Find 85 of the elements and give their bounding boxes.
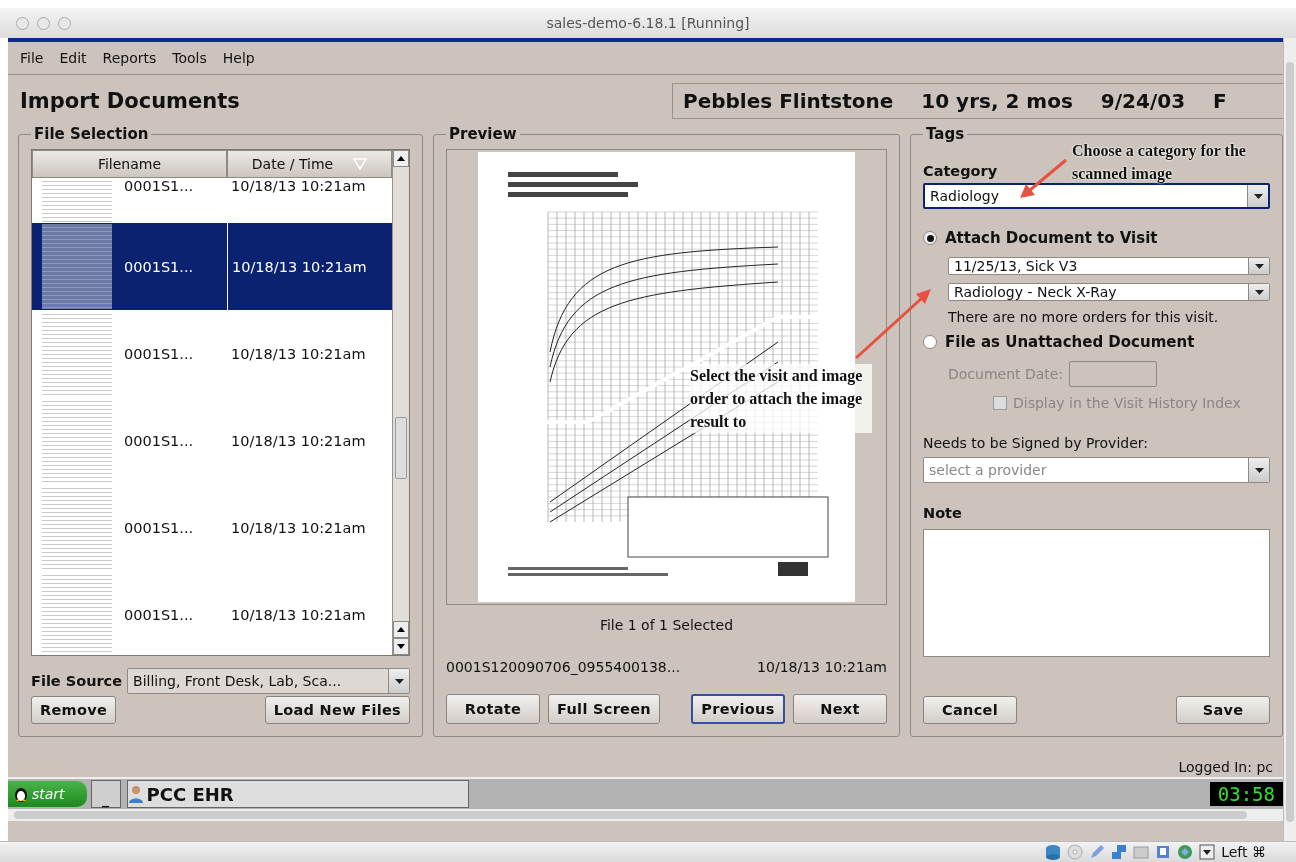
up-arrow-icon: [397, 156, 405, 161]
dropdown-button[interactable]: [1248, 258, 1269, 274]
file-source-dropdown[interactable]: Billing, Front Desk, Lab, Sca...: [127, 668, 410, 694]
menu-item[interactable]: Help: [222, 50, 255, 66]
panel-legend: Tags: [923, 125, 968, 143]
dropdown-arrow-icon: [1254, 289, 1264, 295]
file-row[interactable]: 0001S1... 10/18/13 10:21am: [32, 571, 392, 655]
note-label: Note: [923, 505, 963, 521]
taskbar-task[interactable]: PCC EHR: [126, 780, 469, 808]
category-dropdown[interactable]: Radiology: [923, 183, 1270, 209]
dropdown-button[interactable]: [1248, 284, 1269, 300]
panel-button[interactable]: Cancel: [923, 696, 1017, 724]
order-dropdown[interactable]: Radiology - Neck X-Ray: [948, 283, 1270, 301]
file-row[interactable]: 0001S1... 10/18/13 10:21am: [32, 310, 392, 397]
minimize-button[interactable]: _: [90, 780, 121, 808]
up-arrow-icon: [397, 627, 405, 632]
menu-item[interactable]: File: [20, 50, 44, 66]
patient-banner: Pebbles Flintstone 10 yrs, 2 mos 9/24/03 F: [672, 83, 1283, 119]
menu-item[interactable]: Tools: [172, 50, 207, 66]
vertical-scrollbar[interactable]: [1286, 62, 1294, 822]
column-header[interactable]: Date / Time: [227, 150, 392, 178]
scroll-up-button[interactable]: [393, 150, 409, 167]
category-label: Category: [923, 163, 998, 179]
visit-dropdown[interactable]: 11/25/13, Sick V3: [948, 257, 1270, 275]
dropdown-arrow-icon: [394, 678, 404, 684]
file-row[interactable]: 0001S1... 10/18/13 10:21am: [32, 484, 392, 571]
disc-icon: [1067, 844, 1084, 860]
preview-button[interactable]: Next: [793, 694, 887, 724]
window-title: sales-demo-6.18.1 [Running]: [546, 15, 750, 31]
penguin-icon: [14, 786, 28, 802]
disk-icon: [1045, 844, 1062, 860]
download-icon: [1199, 844, 1216, 860]
dropdown-button[interactable]: [1248, 458, 1269, 482]
logged-in-label: Logged In: pc: [1178, 759, 1273, 777]
dropdown-arrow-icon: [1254, 467, 1264, 473]
radio-button[interactable]: [923, 231, 937, 245]
panel-button[interactable]: Load New Files: [264, 696, 410, 724]
window-control-icon[interactable]: [58, 16, 71, 30]
preview-date: 10/18/13 10:21am: [757, 659, 887, 675]
down-arrow-icon: [397, 644, 405, 649]
horizontal-scrollbar[interactable]: [14, 811, 1247, 819]
document-date-label: Document Date:: [948, 366, 1064, 382]
note-field[interactable]: [923, 529, 1270, 657]
page-title: Import Documents: [20, 89, 240, 113]
preview-button[interactable]: Full Screen: [548, 694, 660, 724]
annotation-text: Select the visit and image order to attach the image result to: [690, 364, 872, 433]
file-row[interactable]: 0001S1... 10/18/13 10:21am: [32, 178, 392, 223]
column-header[interactable]: Filename: [32, 150, 227, 178]
dropdown-button[interactable]: [1247, 185, 1268, 207]
panel-legend: File Selection: [31, 125, 152, 143]
preview-filename: 0001S120090706_0955400138...: [446, 659, 681, 675]
selection-status: File 1 of 1 Selected: [598, 617, 735, 633]
file-source-label: File Source: [31, 673, 123, 689]
clock: 03:58: [1209, 782, 1283, 806]
scroll-down-button[interactable]: [393, 638, 409, 655]
window-control-icon[interactable]: [37, 16, 50, 30]
annotation-text: Choose a category for the scanned image: [1072, 141, 1247, 185]
menu-item[interactable]: Edit: [59, 50, 87, 66]
scrollbar-thumb[interactable]: [395, 417, 407, 479]
preview-button[interactable]: Previous: [691, 694, 785, 724]
person-icon: [127, 785, 144, 803]
provider-label: Needs to be Signed by Provider:: [923, 435, 1149, 451]
provider-dropdown[interactable]: select a provider: [923, 457, 1270, 483]
panel-button[interactable]: Remove: [31, 696, 117, 724]
file-row[interactable]: 0001S1... 10/18/13 10:21am: [32, 223, 392, 310]
preview-button[interactable]: Rotate: [446, 694, 540, 724]
radio-label: File as Unattached Document: [945, 333, 1195, 351]
window-control-icon[interactable]: [16, 16, 29, 30]
menu-item[interactable]: Reports: [102, 50, 157, 66]
pen-icon: [1089, 844, 1106, 860]
network-icon: [1111, 844, 1128, 860]
panel-button[interactable]: Save: [1176, 696, 1270, 724]
checkbox-label: Display in the Visit History Index: [1013, 395, 1241, 411]
panel-legend: Preview: [446, 125, 520, 143]
radio-label: Attach Document to Visit: [945, 229, 1158, 247]
orders-message: There are no more orders for this visit.: [948, 309, 1220, 325]
host-key-label: Left ⌘: [1221, 844, 1266, 860]
globe-icon: [1177, 844, 1194, 860]
dropdown-button[interactable]: [388, 669, 409, 693]
dropdown-arrow-icon: [1254, 263, 1264, 269]
file-row[interactable]: 0001S1... 10/18/13 10:21am: [32, 397, 392, 484]
sort-descending-icon: [353, 158, 368, 170]
annotation-arrow: [1020, 158, 1067, 198]
dropdown-arrow-icon: [1253, 193, 1263, 199]
scroll-up-button[interactable]: [393, 621, 409, 638]
